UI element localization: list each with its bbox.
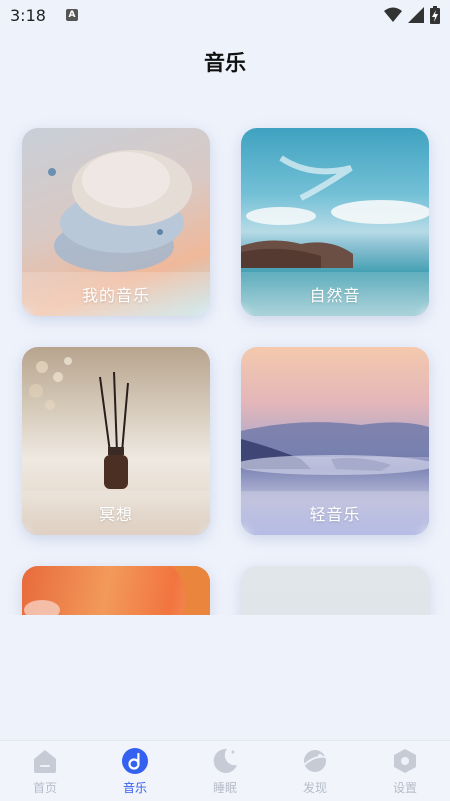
card-label-band: 轻音乐 bbox=[241, 491, 429, 535]
orange-abstract-image bbox=[24, 566, 210, 615]
tab-label: 发现 bbox=[302, 781, 327, 795]
card-label: 冥想 bbox=[98, 505, 133, 524]
card-label-band: 自然音 bbox=[241, 272, 429, 316]
tab-music[interactable]: 音乐 bbox=[90, 741, 180, 801]
home-icon bbox=[34, 750, 56, 773]
card-label-band: 冥想 bbox=[22, 491, 210, 535]
wifi-icon bbox=[384, 7, 402, 22]
battery-icon bbox=[430, 6, 440, 24]
card-meditation[interactable]: 冥想 bbox=[22, 347, 210, 535]
page-title: 音乐 bbox=[204, 51, 246, 75]
hexagon-settings-icon bbox=[394, 749, 416, 773]
tab-discover[interactable]: 发现 bbox=[270, 741, 360, 801]
card-label: 我的音乐 bbox=[81, 286, 150, 305]
notification-icon: A bbox=[65, 9, 78, 21]
music-icon bbox=[122, 748, 148, 774]
card-label: 轻音乐 bbox=[309, 505, 361, 524]
status-bar: 3:18 A bbox=[0, 0, 450, 30]
card-label-band: 我的音乐 bbox=[22, 272, 210, 316]
signal-icon bbox=[408, 7, 424, 23]
tab-sleep[interactable]: 睡眠 bbox=[180, 741, 270, 801]
tab-settings[interactable]: 设置 bbox=[360, 741, 450, 801]
card-partial-orange[interactable] bbox=[22, 566, 210, 615]
status-indicators bbox=[384, 6, 440, 24]
bottom-tab-bar: 首页 音乐 睡眠 发现 设置 bbox=[0, 740, 450, 801]
card-partial-grey[interactable] bbox=[241, 566, 429, 615]
tab-label: 音乐 bbox=[122, 781, 147, 795]
card-nature-sounds[interactable]: 自然音 bbox=[241, 128, 429, 316]
card-light-music[interactable]: 轻音乐 bbox=[241, 347, 429, 535]
tab-label: 睡眠 bbox=[212, 781, 237, 795]
moon-icon bbox=[213, 748, 237, 773]
card-my-music[interactable]: 我的音乐 bbox=[22, 128, 210, 316]
planet-icon bbox=[303, 750, 327, 772]
tab-home[interactable]: 首页 bbox=[0, 741, 90, 801]
card-label: 自然音 bbox=[309, 286, 361, 305]
status-time: 3:18 bbox=[10, 5, 46, 25]
tab-label: 设置 bbox=[392, 781, 417, 795]
category-grid: 我的音乐 自然音 冥想 轻音乐 bbox=[0, 115, 450, 615]
tab-label: 首页 bbox=[32, 781, 57, 795]
